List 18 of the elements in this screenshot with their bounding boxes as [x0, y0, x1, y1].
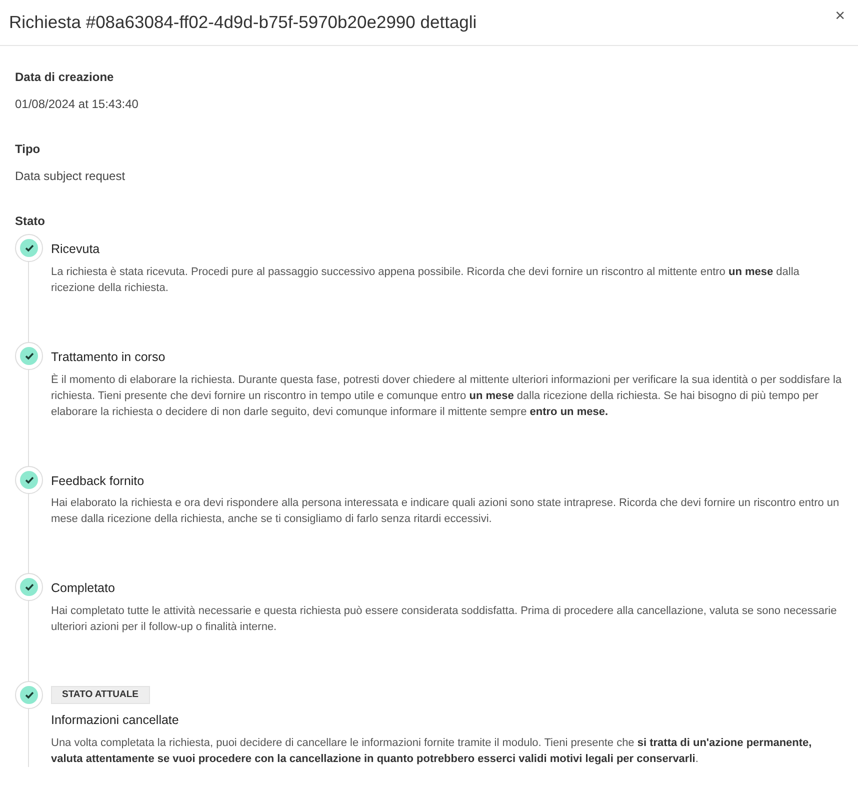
modal-title: Richiesta #08a63084-ff02-4d9d-b75f-5970b20e2990 dettagli [9, 12, 477, 33]
step-title: Feedback fornito [51, 472, 146, 490]
step-description: Una volta completata la richiesta, puoi decidere di cancellare le informazioni fornite tramite il modulo. Tieni presente che si tratta di un'azione permanente, valuta attentamente se vuoi procedere con la cancellazione in quanto potrebbero esserci validi motivi legali per conservarli. [51, 736, 813, 767]
status-tag: STATO ATTUALE [51, 686, 150, 704]
step-description: Hai elaborato la richiesta e ora devi rispondere alla persona interessata e indicare quali azioni sono state intraprese. Ricorda che devi fornire un riscontro entro un mese dalla ricezione della richiesta, anche se ti consigliamo di farlo senza ritardi eccessivi. [51, 496, 840, 528]
field-label: Data di creazione [15, 69, 115, 86]
section-label: Stato [15, 213, 46, 230]
step-title: Ricevuta [51, 241, 101, 258]
field-label: Tipo [15, 141, 42, 158]
field-value: 01/08/2024 at 15:43:40 [15, 96, 140, 113]
step-title: Trattamento in corso [51, 348, 166, 366]
close-button[interactable]: × [831, 7, 849, 24]
step-description: Hai completato tutte le attività necessarie e questa richiesta può essere considerata soddisfatta. Prima di procedere alla cancellazione, valuta se sono necessarie ulteriori azioni per il follow-up o finalità interne. [51, 604, 838, 635]
field-value: Data subject request [15, 168, 126, 185]
step-description: È il momento di elaborare la richiesta. Durante questa fase, potresti dover chiedere al mittente ulteriori informazioni per verificare la sua identità o per soddisfare la richiesta. Tieni presente che devi fornire un riscontro in tempo utile e comunque entro un mese dalla ricezione della richiesta. Se hai bisogno di più tempo per elaborare la richiesta o decidere di non darle seguito, devi comunque informare il mittente sempre entro un mese. [51, 372, 843, 420]
step-title: Completato [51, 580, 116, 598]
step-description: La richiesta è stata ricevuta. Procedi pure al passaggio successivo appena possibile. Ricorda che devi fornire un riscontro al mittente entro un mese dalla ricezione della richiesta. [51, 264, 800, 296]
step-title: Informazioni cancellate [51, 712, 180, 729]
